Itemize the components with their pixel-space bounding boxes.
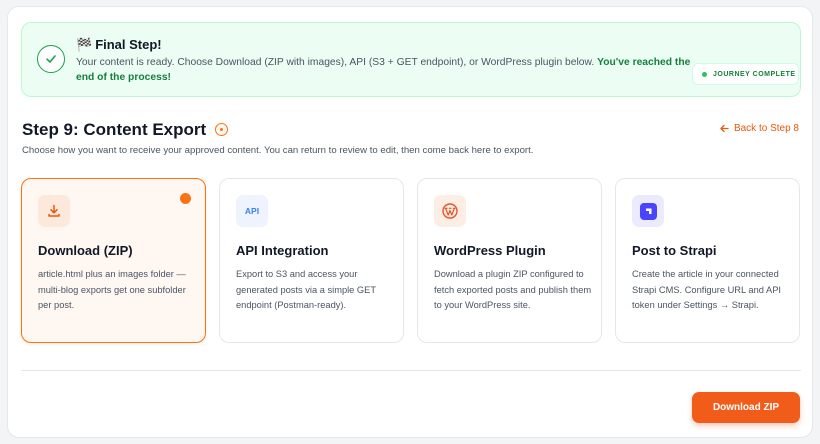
option-title: API Integration (236, 243, 329, 258)
selected-indicator (180, 193, 191, 204)
option-description: article.html plus an images folder —mult… (38, 269, 186, 310)
option-title: Post to Strapi (632, 243, 717, 258)
final-step-banner: 🏁 Final Step! Your content is ready. Choo… (21, 22, 801, 97)
back-to-step-8-link[interactable]: Back to Step 8 (720, 123, 799, 134)
check-circle-icon (37, 45, 65, 73)
checkered-flag-icon: 🏁 (76, 37, 93, 52)
page-subtitle: Choose how you want to receive your appr… (22, 145, 534, 156)
status-dot-icon (702, 71, 707, 77)
option-card-post-to-strapi[interactable]: Post to Strapi Create the article in you… (615, 178, 800, 343)
badge-label: JOURNEY COMPLETE (713, 70, 796, 78)
strapi-icon (632, 195, 664, 227)
option-card-api-integration[interactable]: API API Integration Export to S3 and acc… (219, 178, 404, 343)
option-description: Download a plugin ZIP configured to fetc… (434, 269, 592, 310)
option-description: Create the article in your connected Str… (632, 269, 781, 310)
divider (21, 370, 801, 371)
api-icon-text: API (244, 206, 260, 216)
option-title: Download (ZIP) (38, 243, 133, 258)
info-icon[interactable] (215, 123, 228, 136)
option-description: Export to S3 and access your generated p… (236, 269, 376, 310)
option-card-download-zip[interactable]: Download (ZIP) article.html plus an imag… (21, 178, 206, 343)
export-page: 🏁 Final Step! Your content is ready. Choo… (7, 6, 813, 438)
option-card-wordpress-plugin[interactable]: WordPress Plugin Download a plugin ZIP c… (417, 178, 602, 343)
page-title: Step 9: Content Export (22, 120, 207, 139)
banner-title-text: Final Step! (95, 37, 162, 52)
download-icon (38, 195, 70, 227)
wordpress-icon (434, 195, 466, 227)
banner-message-text: Your content is ready. Choose Download (… (76, 57, 598, 68)
banner-message: Your content is ready. Choose Download (… (76, 55, 696, 85)
back-link-label: Back to Step 8 (733, 123, 799, 134)
banner-title: 🏁 Final Step! (76, 37, 162, 53)
arrow-left-icon (720, 124, 729, 133)
journey-complete-badge: JOURNEY COMPLETE (692, 63, 799, 85)
api-icon: API (236, 195, 268, 227)
option-title: WordPress Plugin (434, 243, 546, 258)
download-zip-button[interactable]: Download ZIP (692, 392, 800, 423)
